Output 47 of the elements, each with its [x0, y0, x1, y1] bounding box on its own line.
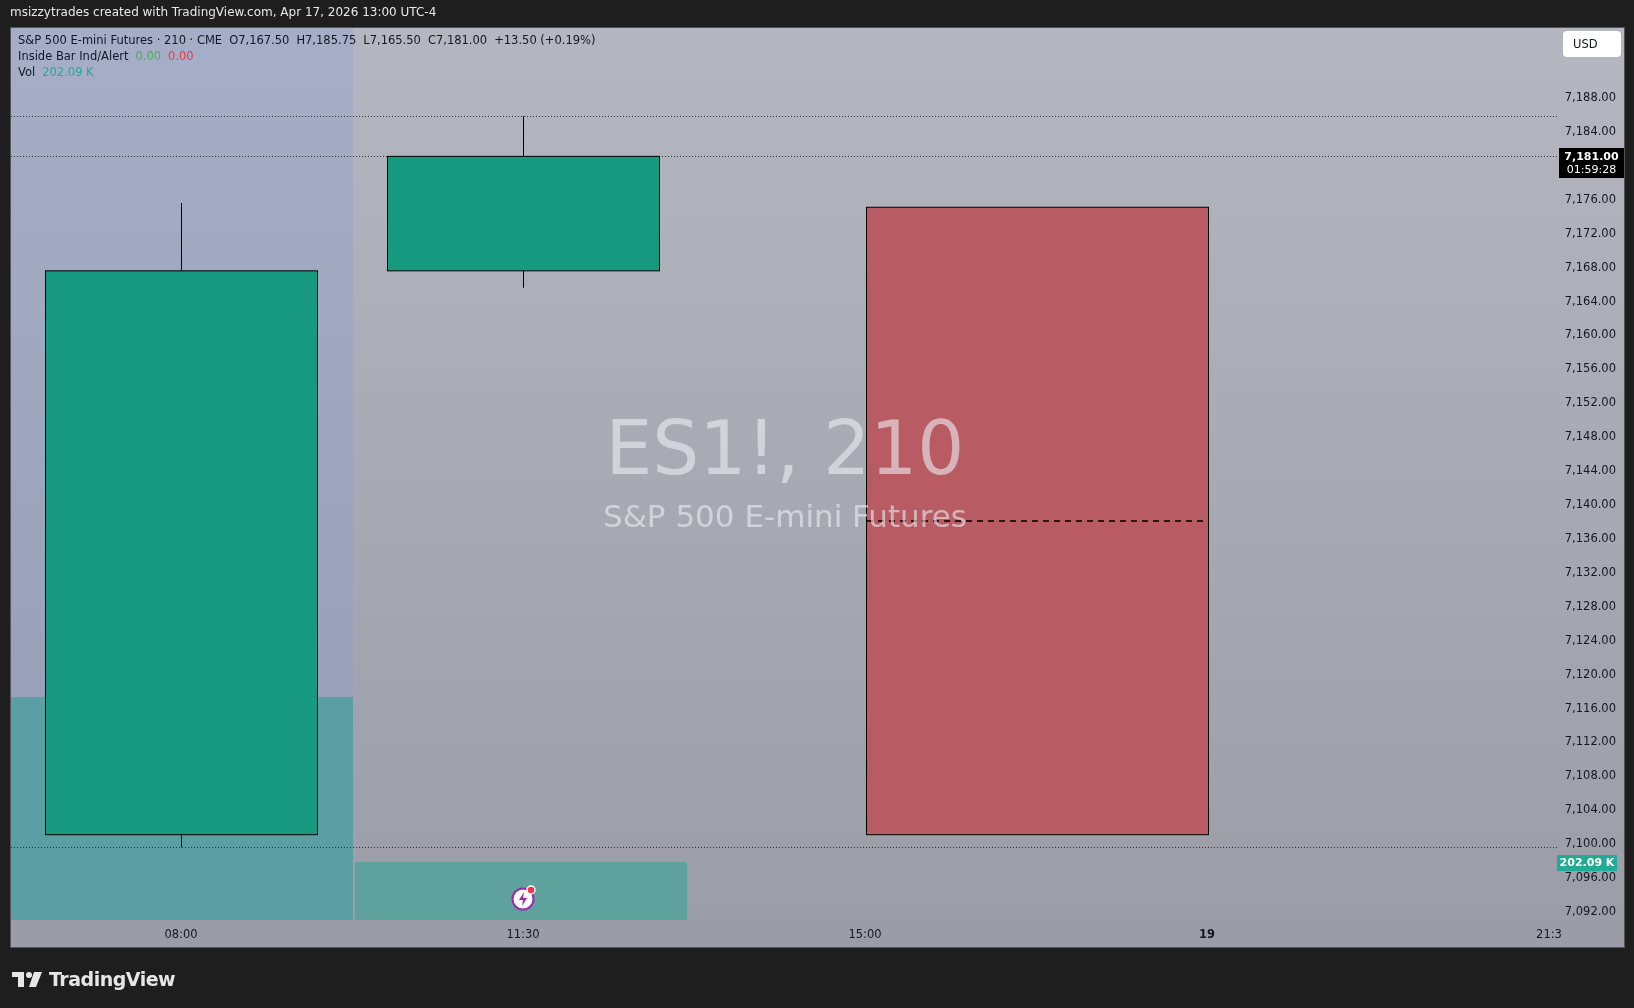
price-label: 7,136.00	[1564, 531, 1616, 545]
price-label: 7,144.00	[1564, 463, 1616, 477]
price-label: 7,188.00	[1564, 90, 1616, 104]
indicator-value: 0.00	[135, 50, 162, 63]
price-label: 7,116.00	[1564, 701, 1616, 714]
price-label: 7,140.00	[1564, 497, 1616, 511]
lightning-icon[interactable]	[511, 885, 537, 911]
price-label: 7,160.00	[1564, 327, 1616, 341]
price-label: 7,164.00	[1564, 294, 1616, 307]
last-price-label: 7,181.00 01:59:28	[1559, 148, 1624, 179]
price-label: 7,096.00	[1564, 870, 1616, 884]
currency-button[interactable]: USD	[1563, 31, 1621, 57]
time-label: 11:30	[506, 927, 540, 941]
price-label: 7,132.00	[1564, 565, 1616, 579]
price-change: +13.50 (+0.19%)	[494, 34, 596, 47]
price-label: 7,120.00	[1564, 667, 1616, 681]
price-label: 7,156.00	[1564, 361, 1616, 375]
ohlc-value: L7,165.50	[363, 34, 421, 47]
symbol-title[interactable]: S&P 500 E-mini Futures · 210 · CME	[18, 34, 223, 47]
price-label: 7,176.00	[1564, 192, 1616, 206]
indicator-name[interactable]: Inside Bar Ind/Alert	[18, 50, 129, 63]
price-label: 7,128.00	[1564, 599, 1616, 613]
chart-caption: msizzytrades created with TradingView.com, Apr 17, 2026 13:00 UTC-4	[10, 5, 437, 19]
price-label: 7,172.00	[1564, 226, 1616, 240]
time-label: 21:3	[1536, 927, 1562, 941]
indicator-value: 202.09 K	[42, 66, 94, 79]
indicator-value: 0.00	[168, 50, 194, 63]
price-label: 7,168.00	[1564, 260, 1616, 274]
price-label: 7,184.00	[1564, 124, 1616, 138]
logo-icon	[12, 971, 42, 987]
time-label: 08:00	[164, 927, 198, 941]
ohlc-value: C7,181.00	[427, 34, 488, 47]
price-label: 7,092.00	[1564, 904, 1616, 918]
price-label: 7,148.00	[1564, 429, 1616, 443]
price-label: 7,152.00	[1564, 395, 1616, 409]
indicator-name[interactable]: Vol	[18, 66, 36, 79]
price-label: 7,112.00	[1564, 734, 1616, 748]
ohlc-value: O7,167.50	[229, 34, 290, 47]
price-label: 7,104.00	[1564, 802, 1616, 816]
time-label: 15:00	[848, 927, 882, 941]
price-label: 7,108.00	[1564, 768, 1616, 782]
price-label: 7,100.00	[1564, 836, 1616, 850]
ohlc-value: H7,185.75	[296, 34, 357, 47]
time-label: 19	[1199, 927, 1215, 941]
price-label: 7,124.00	[1564, 633, 1616, 647]
brand-name: TradingView	[49, 968, 176, 990]
volume-label: 202.09 K	[1557, 855, 1617, 871]
